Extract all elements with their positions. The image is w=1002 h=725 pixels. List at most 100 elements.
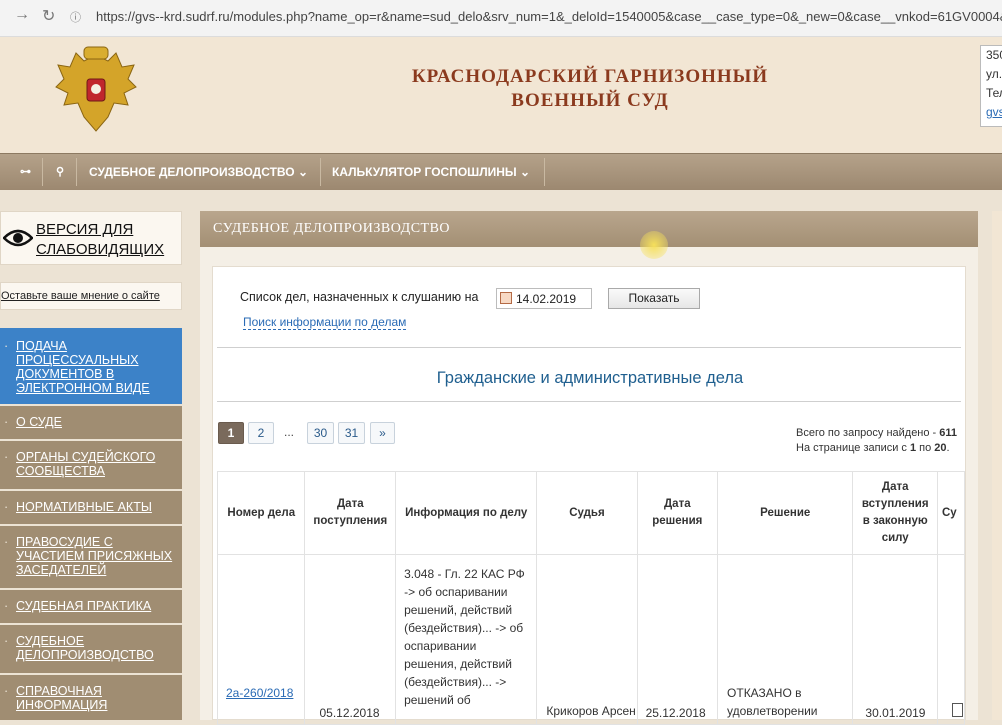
hearing-list-label: Список дел, назначенных к слушанию на [240,290,479,304]
results-range-mid: по [916,442,935,454]
sidebar-item-about[interactable]: · О СУДЕ [0,406,182,439]
sitemap-icon[interactable]: ⊶ [20,154,31,190]
top-navbar: ⊶ ⚲ СУДЕБНОЕ ДЕЛОПРОИЗВОДСТВО ⌄ КАЛЬКУЛЯ… [0,153,1002,190]
bullet-icon: · [4,634,9,648]
right-strip [992,211,1002,720]
bullet-icon: · [4,450,9,464]
court-title: КРАСНОДАРСКИЙ ГАРНИЗОННЫЙ ВОЕННЫЙ СУД [390,65,790,113]
col-header-judge: Судья [536,471,638,555]
col-header-case-number: Номер дела [216,471,306,555]
results-total-label: Всего по запросу найдено - [796,427,940,439]
results-range-to: 20 [934,442,947,454]
bullet-icon: · [4,684,9,698]
case-number-link[interactable]: 2а-260/2018 [216,554,306,725]
bullet-icon: · [4,500,9,514]
sidebar-item-label: ПОДАЧА ПРОЦЕССУАЛЬНЫХ ДОКУМЕНТОВ В ЭЛЕКТ… [16,339,150,395]
col-header-extra: Су [936,471,966,555]
table-header-row: Номер дела Дата поступления Информация п… [216,471,966,555]
nav-court-records[interactable]: СУДЕБНОЕ ДЕЛОПРОИЗВОДСТВО ⌄ [89,154,308,190]
date-input[interactable]: 14.02.2019 [496,288,592,309]
sidebar-item-label: СУДЕБНАЯ ПРАКТИКА [16,599,152,613]
court-title-line2: ВОЕННЫЙ СУД [511,90,669,111]
main-header: СУДЕБНОЕ ДЕЛОПРОИЗВОДСТВО [200,211,978,247]
main-panel: СУДЕБНОЕ ДЕЛОПРОИЗВОДСТВО Список дел, на… [200,211,978,725]
eye-icon [3,229,33,247]
results-total: Всего по запросу найдено - 611 [796,426,957,441]
content-area: Список дел, назначенных к слушанию на 14… [212,266,966,725]
sidebar-item-jury[interactable]: · ПРАВОСУДИЕ С УЧАСТИЕМ ПРИСЯЖНЫХ ЗАСЕДАТ… [0,526,182,588]
bullet-icon: · [4,535,9,549]
sidebar-item-regulations[interactable]: · НОРМАТИВНЫЕ АКТЫ [0,491,182,524]
sidebar-item-label: О СУДЕ [16,415,62,429]
info-icon[interactable]: ⓘ [70,9,81,25]
contact-box: 350 ул. Тел gvs [980,45,1002,127]
col-header-decision-date: Дата решения [636,471,719,555]
address-bar[interactable]: https://gvs--krd.sudrf.ru/modules.php?na… [96,4,1002,30]
col-header-received: Дата поступления [304,471,397,555]
decision-date: 25.12.2018 [636,554,719,725]
feedback-link[interactable]: Оставьте ваше мнение о сайте [1,290,160,302]
sidebar-item-reference[interactable]: · СПРАВОЧНАЯ ИНФОРМАЦИЯ [0,675,182,720]
nav-court-records-label: СУДЕБНОЕ ДЕЛОПРОИЗВОДСТВО [89,165,295,179]
col-header-decision: Решение [717,471,854,555]
sidebar-item-label: ПРАВОСУДИЕ С УЧАСТИЕМ ПРИСЯЖНЫХ ЗАСЕДАТЕ… [16,535,173,577]
show-button[interactable]: Показать [608,288,700,309]
bullet-icon: · [4,415,9,429]
court-title-line1: КРАСНОДАРСКИЙ ГАРНИЗОННЫЙ [411,66,769,87]
sidebar-item-label: СУДЕБНОЕ ДЕЛОПРОИЗВОДСТВО [16,634,154,662]
bullet-icon: · [4,599,9,613]
effective-date: 30.01.2019 [852,554,938,725]
nav-divider [42,158,43,186]
sidebar-item-judicial-bodies[interactable]: · ОРГАНЫ СУДЕЙСКОГО СООБЩЕСТВА [0,441,182,489]
received-date: 05.12.2018 [304,554,397,725]
sidebar-item-label: СПРАВОЧНАЯ ИНФОРМАЦИЯ [16,684,108,712]
low-vision-line1: ВЕРСИЯ ДЛЯ [36,221,134,238]
browser-toolbar: → ↻ ⓘ https://gvs--krd.sudrf.ru/modules.… [0,0,1002,37]
low-vision-line2: СЛАБОВИДЯЩИХ [36,241,165,258]
pagination-ellipsis: ... [283,425,294,439]
next-page-button[interactable]: » [370,422,395,444]
page-2-button[interactable]: 2 [248,422,274,444]
results-total-count: 611 [939,427,958,439]
chevron-down-icon: ⌄ [297,165,309,179]
divider [217,401,961,402]
coat-of-arms-icon [55,46,137,132]
case-info: 3.048 - Гл. 22 КАС РФ -> об оспаривании … [395,554,538,725]
sidebar-item-label: ОРГАНЫ СУДЕЙСКОГО СООБЩЕСТВА [16,450,156,478]
sidebar-item-label: НОРМАТИВНЫЕ АКТЫ [16,500,152,514]
calendar-icon[interactable] [500,292,512,304]
results-range-label: На странице записи с [796,442,910,454]
bullet-icon: · [4,339,9,353]
cursor-highlight [640,231,668,259]
chevron-down-icon: ⌄ [520,165,531,179]
low-vision-label[interactable]: ВЕРСИЯ ДЛЯ СЛАБОВИДЯЩИХ [36,220,164,260]
nav-divider [76,158,77,186]
sidebar-item-court-records[interactable]: · СУДЕБНОЕ ДЕЛОПРОИЗВОДСТВО [0,625,182,673]
divider [217,347,961,348]
sidebar-item-e-filing[interactable]: · ПОДАЧА ПРОЦЕССУАЛЬНЫХ ДОКУМЕНТОВ В ЭЛЕК… [0,328,182,404]
feedback-box[interactable]: Оставьте ваше мнение о сайте [0,282,182,310]
col-header-effective-date: Дата вступления в законную силу [852,471,938,555]
sidebar-item-practice[interactable]: · СУДЕБНАЯ ПРАКТИКА [0,590,182,623]
results-range: На странице записи с 1 по 20. [796,442,950,454]
page-31-button[interactable]: 31 [338,422,365,444]
document-icon[interactable] [936,554,966,725]
nav-fee-calculator[interactable]: КАЛЬКУЛЯТОР ГОСПОШЛИНЫ ⌄ [332,154,530,190]
contact-line2: ул. [986,67,1002,81]
search-icon[interactable]: ⚲ [56,154,64,190]
contact-line1: 350 [986,48,1002,62]
decision-text: ОТКАЗАНО в удовлетворении [717,554,854,725]
case-search-link[interactable]: Поиск информации по делам [243,315,407,330]
contact-line3: Тел [986,86,1002,100]
col-header-info: Информация по делу [395,471,538,555]
forward-arrow-icon[interactable]: → [14,6,30,24]
low-vision-version[interactable]: ВЕРСИЯ ДЛЯ СЛАБОВИДЯЩИХ [0,211,182,265]
nav-fee-calculator-label: КАЛЬКУЛЯТОР ГОСПОШЛИНЫ [332,165,517,179]
results-summary: Всего по запросу найдено - 611 На страни… [796,426,957,456]
contact-link[interactable]: gvs [986,103,1002,122]
page-30-button[interactable]: 30 [307,422,334,444]
page-1-button[interactable]: 1 [218,422,244,444]
reload-icon[interactable]: ↻ [42,6,55,26]
site-header: КРАСНОДАРСКИЙ ГАРНИЗОННЫЙ ВОЕННЫЙ СУД 35… [0,37,1002,153]
nav-divider [320,158,321,186]
